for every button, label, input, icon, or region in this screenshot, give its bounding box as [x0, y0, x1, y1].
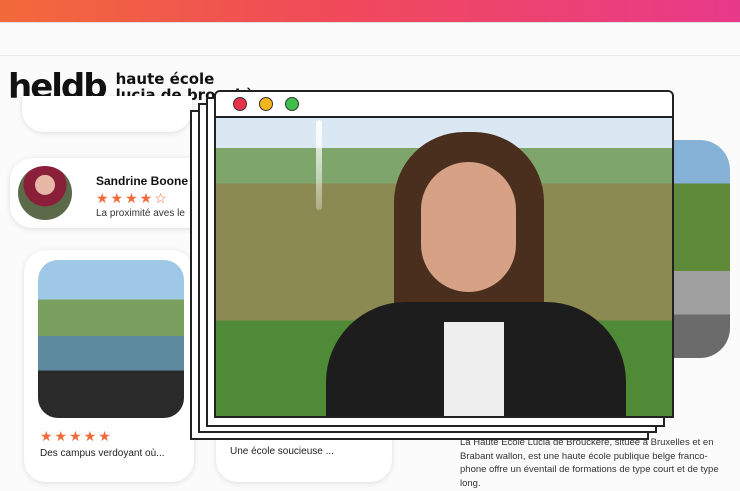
minimize-icon[interactable]: [259, 97, 273, 111]
campus-photo: [666, 140, 730, 358]
top-gradient-bar: [0, 0, 740, 22]
card-caption: Une école soucieuse ...: [230, 446, 334, 457]
reviewer-name: Sandrine Boone: [96, 174, 189, 188]
presenter: [326, 132, 626, 416]
divider: [0, 55, 740, 56]
student-photo: [38, 260, 184, 418]
presenter-shirt: [444, 322, 504, 416]
close-icon[interactable]: [233, 97, 247, 111]
rating-stars: ★★★★☆: [96, 190, 169, 206]
maximize-icon[interactable]: [285, 97, 299, 111]
card-caption: Des campus verdoyant où...: [40, 448, 165, 459]
school-description: La Haute École Lucia de Brouckère, situé…: [460, 437, 719, 489]
logo-line-1: haute école: [115, 70, 215, 88]
video-window[interactable]: [214, 90, 674, 418]
avatar: [18, 166, 72, 220]
video-frame[interactable]: [216, 118, 672, 416]
review-card-partial: [22, 96, 192, 132]
fountain: [316, 120, 322, 210]
window-titlebar: [216, 92, 672, 118]
presenter-face: [421, 162, 516, 292]
photo-review-card[interactable]: ★★★★★ Des campus verdoyant où...: [24, 250, 194, 482]
review-text: La proximité aves le: [96, 208, 185, 219]
review-card[interactable]: Sandrine Boone ★★★★☆ La proximité aves l…: [10, 158, 210, 228]
rating-stars: ★★★★★: [40, 428, 113, 444]
